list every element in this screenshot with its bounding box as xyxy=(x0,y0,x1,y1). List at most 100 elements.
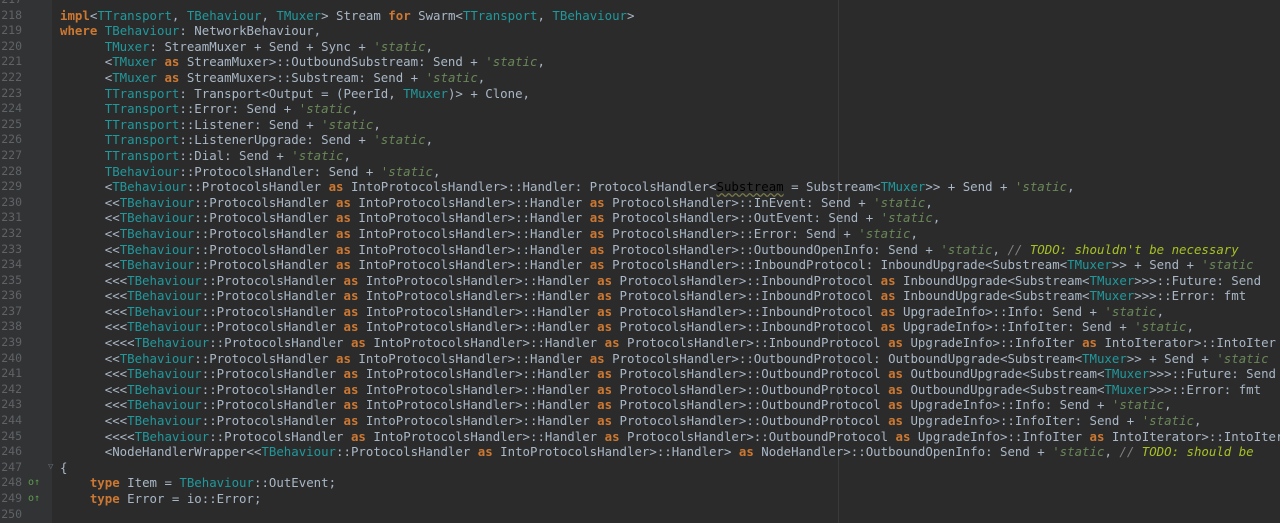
code-content[interactable]: TTransport::Listener: Send + 'static, xyxy=(60,117,381,133)
line-number[interactable]: 224 xyxy=(0,101,22,117)
code-line[interactable]: 239 <<<<TBehaviour::ProtocolsHandler as … xyxy=(0,335,1280,351)
code-line[interactable]: 235 <<<TBehaviour::ProtocolsHandler as I… xyxy=(0,273,1280,289)
code-content[interactable]: <<<TBehaviour::ProtocolsHandler as IntoP… xyxy=(60,366,1276,382)
code-line[interactable]: 230 <<TBehaviour::ProtocolsHandler as In… xyxy=(0,195,1280,211)
code-content[interactable]: <<TBehaviour::ProtocolsHandler as IntoPr… xyxy=(60,195,933,211)
code-content[interactable]: <TMuxer as StreamMuxer>::Substream: Send… xyxy=(60,70,486,86)
code-line[interactable]: 223 TTransport: Transport<Output = (Peer… xyxy=(0,86,1280,102)
code-content[interactable]: TTransport::Dial: Send + 'static, xyxy=(60,148,351,164)
line-number[interactable]: 228 xyxy=(0,164,22,180)
line-number[interactable]: 249 xyxy=(0,491,22,507)
code-line[interactable]: 250 xyxy=(0,507,1280,523)
line-number[interactable]: 233 xyxy=(0,242,22,258)
code-line[interactable]: 242 <<<TBehaviour::ProtocolsHandler as I… xyxy=(0,382,1280,398)
code-line[interactable]: 229 <TBehaviour::ProtocolsHandler as Int… xyxy=(0,179,1280,195)
code-line[interactable]: 218 impl<TTransport, TBehaviour, TMuxer> … xyxy=(0,8,1280,24)
code-line[interactable]: 231 <<TBehaviour::ProtocolsHandler as In… xyxy=(0,210,1280,226)
code-line[interactable]: 226 TTransport::ListenerUpgrade: Send + … xyxy=(0,132,1280,148)
line-number[interactable]: 239 xyxy=(0,335,22,351)
line-number[interactable]: 225 xyxy=(0,117,22,133)
line-number[interactable]: 232 xyxy=(0,226,22,242)
line-number[interactable]: 240 xyxy=(0,351,22,367)
line-number[interactable]: 227 xyxy=(0,148,22,164)
code-content[interactable]: <<<TBehaviour::ProtocolsHandler as IntoP… xyxy=(60,397,1172,413)
code-line[interactable]: 245 <<<<TBehaviour::ProtocolsHandler as … xyxy=(0,429,1280,445)
code-content[interactable]: { xyxy=(60,460,67,476)
code-content[interactable]: <<<TBehaviour::ProtocolsHandler as IntoP… xyxy=(60,413,1202,429)
line-number[interactable]: 221 xyxy=(0,54,22,70)
line-number[interactable]: 236 xyxy=(0,288,22,304)
line-number[interactable]: 222 xyxy=(0,70,22,86)
code-line[interactable]: 248 o↑ type Item = TBehaviour::OutEvent; xyxy=(0,475,1280,491)
code-content[interactable]: <NodeHandlerWrapper<<TBehaviour::Protoco… xyxy=(60,444,1254,460)
line-number[interactable]: 245 xyxy=(0,429,22,445)
line-number[interactable]: 223 xyxy=(0,86,22,102)
code-content[interactable]: <<<<TBehaviour::ProtocolsHandler as Into… xyxy=(60,429,1280,445)
code-content[interactable]: <TMuxer as StreamMuxer>::OutboundSubstre… xyxy=(60,54,545,70)
line-number[interactable]: 219 xyxy=(0,23,22,39)
line-number[interactable]: 247 xyxy=(0,460,22,476)
line-number[interactable]: 242 xyxy=(0,382,22,398)
code-content[interactable]: <<<TBehaviour::ProtocolsHandler as IntoP… xyxy=(60,273,1261,289)
line-number[interactable]: 238 xyxy=(0,319,22,335)
code-editor[interactable]: 217218impl<TTransport, TBehaviour, TMuxe… xyxy=(0,0,1280,522)
line-number[interactable]: 220 xyxy=(0,39,22,55)
code-line[interactable]: 244 <<<TBehaviour::ProtocolsHandler as I… xyxy=(0,413,1280,429)
implements-gutter-icon[interactable]: o↑ xyxy=(28,475,42,491)
code-content[interactable]: TBehaviour::ProtocolsHandler: Send + 'st… xyxy=(60,164,441,180)
code-content[interactable]: <TBehaviour::ProtocolsHandler as IntoPro… xyxy=(60,179,1075,195)
code-content[interactable]: <<<TBehaviour::ProtocolsHandler as IntoP… xyxy=(60,304,1164,320)
code-line[interactable]: 241 <<<TBehaviour::ProtocolsHandler as I… xyxy=(0,366,1280,382)
code-content[interactable]: type Error = io::Error; xyxy=(60,491,262,507)
line-number[interactable]: 243 xyxy=(0,397,22,413)
code-content[interactable]: <<TBehaviour::ProtocolsHandler as IntoPr… xyxy=(60,242,1239,258)
code-line[interactable]: 222 <TMuxer as StreamMuxer>::Substream: … xyxy=(0,70,1280,86)
code-content[interactable]: <<TBehaviour::ProtocolsHandler as IntoPr… xyxy=(60,210,941,226)
implements-gutter-icon[interactable]: o↑ xyxy=(28,491,42,507)
line-number[interactable]: 234 xyxy=(0,257,22,273)
code-content[interactable]: <<TBehaviour::ProtocolsHandler as IntoPr… xyxy=(60,226,918,242)
code-line[interactable]: 232 <<TBehaviour::ProtocolsHandler as In… xyxy=(0,226,1280,242)
code-line[interactable]: 249 o↑ type Error = io::Error; xyxy=(0,491,1280,507)
code-content[interactable]: TMuxer: StreamMuxer + Send + Sync + 'sta… xyxy=(60,39,433,55)
line-number[interactable]: 244 xyxy=(0,413,22,429)
code-line[interactable]: 240 <<TBehaviour::ProtocolsHandler as In… xyxy=(0,351,1280,367)
code-line[interactable]: 224 TTransport::Error: Send + 'static, xyxy=(0,101,1280,117)
code-line[interactable]: 233 <<TBehaviour::ProtocolsHandler as In… xyxy=(0,242,1280,258)
code-line[interactable]: 220 TMuxer: StreamMuxer + Send + Sync + … xyxy=(0,39,1280,55)
code-line[interactable]: 246 <NodeHandlerWrapper<<TBehaviour::Pro… xyxy=(0,444,1280,460)
code-content[interactable]: type Item = TBehaviour::OutEvent; xyxy=(60,475,336,491)
code-content[interactable]: where TBehaviour: NetworkBehaviour, xyxy=(60,23,321,39)
code-line[interactable]: 234 <<TBehaviour::ProtocolsHandler as In… xyxy=(0,257,1280,273)
line-number[interactable]: 217 xyxy=(0,0,22,8)
code-line[interactable]: 247 ▽{ xyxy=(0,460,1280,476)
line-number[interactable]: 218 xyxy=(0,8,22,24)
line-number[interactable]: 231 xyxy=(0,210,22,226)
code-line[interactable]: 236 <<<TBehaviour::ProtocolsHandler as I… xyxy=(0,288,1280,304)
code-line[interactable]: 221 <TMuxer as StreamMuxer>::OutboundSub… xyxy=(0,54,1280,70)
code-content[interactable]: TTransport::ListenerUpgrade: Send + 'sta… xyxy=(60,132,433,148)
line-number[interactable]: 229 xyxy=(0,179,22,195)
code-content[interactable]: <<<TBehaviour::ProtocolsHandler as IntoP… xyxy=(60,319,1194,335)
line-number[interactable]: 237 xyxy=(0,304,22,320)
code-line[interactable]: 217 xyxy=(0,0,1280,8)
code-content[interactable]: <<<<TBehaviour::ProtocolsHandler as Into… xyxy=(60,335,1276,351)
code-line[interactable]: 237 <<<TBehaviour::ProtocolsHandler as I… xyxy=(0,304,1280,320)
code-line[interactable]: 225 TTransport::Listener: Send + 'static… xyxy=(0,117,1280,133)
line-number[interactable]: 226 xyxy=(0,132,22,148)
code-content[interactable]: <<<TBehaviour::ProtocolsHandler as IntoP… xyxy=(60,382,1261,398)
code-content[interactable]: <<<TBehaviour::ProtocolsHandler as IntoP… xyxy=(60,288,1246,304)
code-content[interactable]: <<TBehaviour::ProtocolsHandler as IntoPr… xyxy=(60,257,1254,273)
code-content[interactable]: TTransport::Error: Send + 'static, xyxy=(60,101,359,117)
code-content[interactable]: <<TBehaviour::ProtocolsHandler as IntoPr… xyxy=(60,351,1269,367)
line-number[interactable]: 235 xyxy=(0,273,22,289)
line-number[interactable]: 250 xyxy=(0,507,22,523)
code-line[interactable]: 219 where TBehaviour: NetworkBehaviour, xyxy=(0,23,1280,39)
code-line[interactable]: 238 <<<TBehaviour::ProtocolsHandler as I… xyxy=(0,319,1280,335)
code-line[interactable]: 227 TTransport::Dial: Send + 'static, xyxy=(0,148,1280,164)
line-number[interactable]: 230 xyxy=(0,195,22,211)
code-line[interactable]: 243 <<<TBehaviour::ProtocolsHandler as I… xyxy=(0,397,1280,413)
line-number[interactable]: 246 xyxy=(0,444,22,460)
code-line[interactable]: 228 TBehaviour::ProtocolsHandler: Send +… xyxy=(0,164,1280,180)
code-content[interactable]: TTransport: Transport<Output = (PeerId, … xyxy=(60,86,530,102)
